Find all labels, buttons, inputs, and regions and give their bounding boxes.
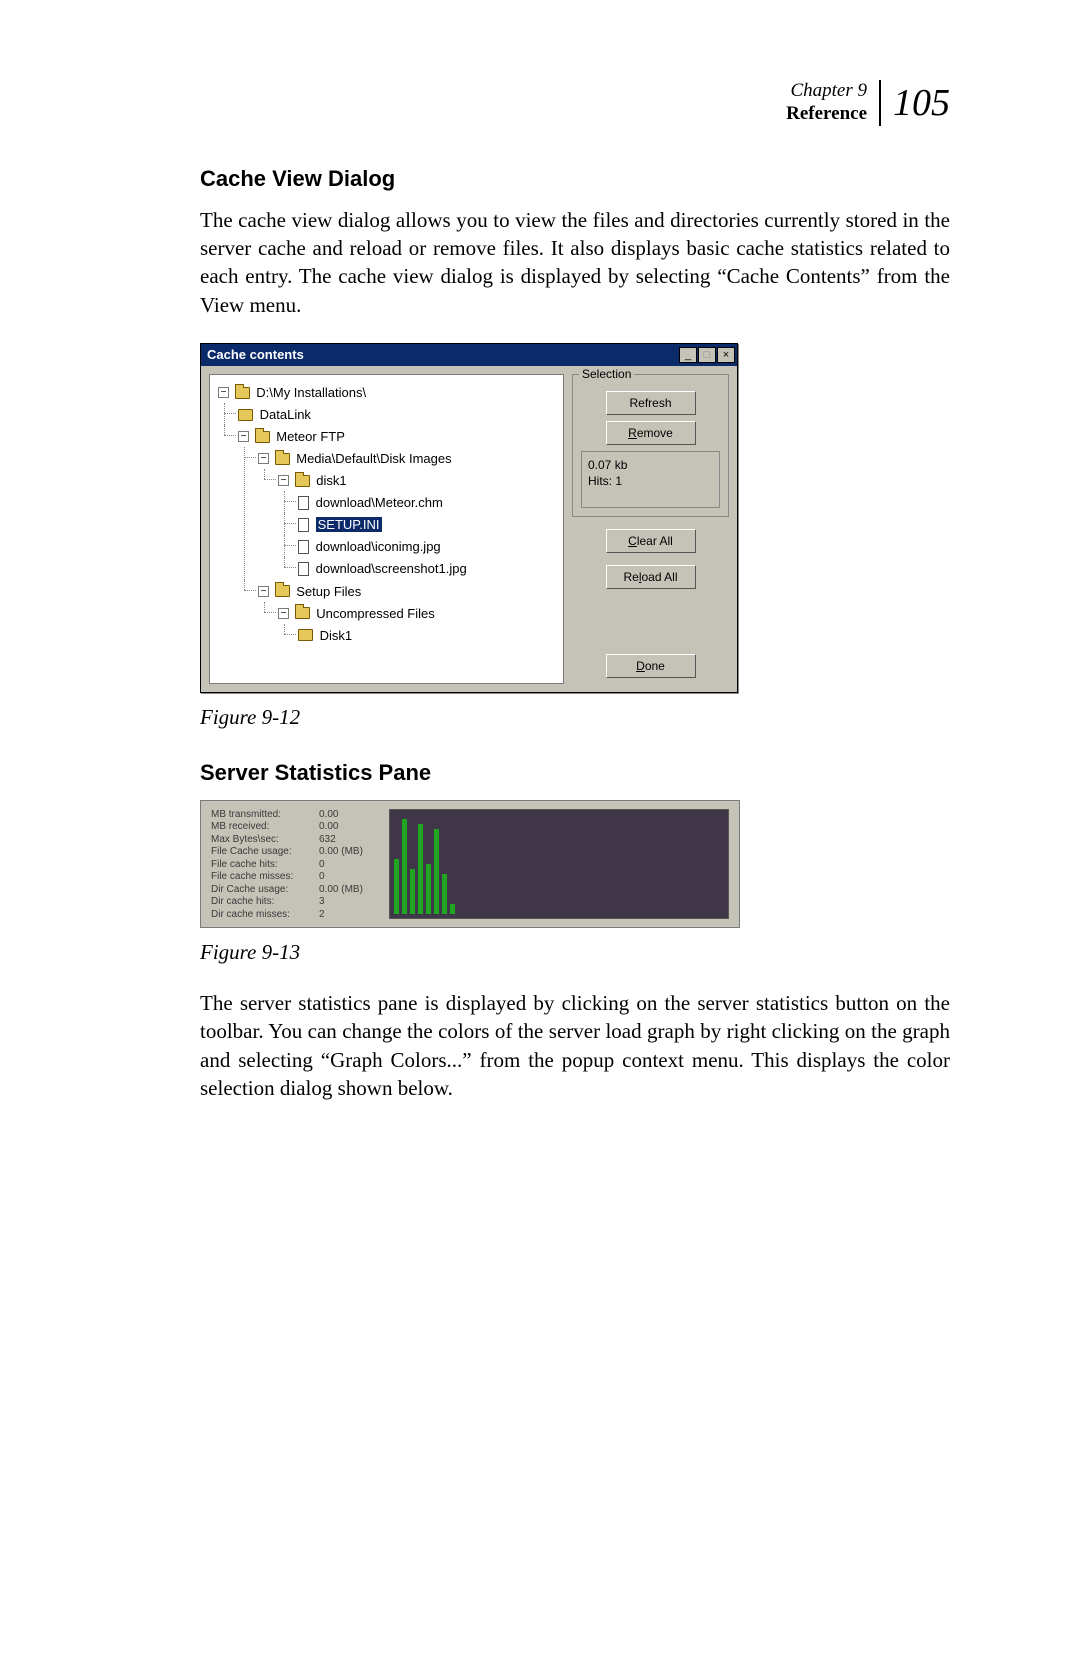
stats-row: MB received:0.00 bbox=[211, 821, 379, 834]
stats-row: File Cache usage:0.00 (MB) bbox=[211, 846, 379, 859]
chart-bar bbox=[394, 859, 399, 914]
folder-open-icon bbox=[275, 585, 290, 597]
figure-9-12-caption: Figure 9-12 bbox=[200, 705, 950, 730]
server-load-chart[interactable] bbox=[389, 809, 729, 919]
stats-row: File cache misses:0 bbox=[211, 871, 379, 884]
stats-table: MB transmitted:0.00 MB received:0.00 Max… bbox=[201, 801, 389, 927]
expand-toggle[interactable]: − bbox=[278, 475, 289, 486]
stats-row: MB transmitted:0.00 bbox=[211, 809, 379, 822]
tree-item-uncompressed[interactable]: Uncompressed Files bbox=[316, 606, 435, 621]
folder-open-icon bbox=[235, 387, 250, 399]
chapter-label: Chapter 9 bbox=[786, 80, 867, 103]
close-button[interactable]: × bbox=[717, 347, 735, 363]
selection-group: Selection Refresh Remove 0.07 kb Hits: 1 bbox=[572, 374, 729, 517]
tree-file-iconimg[interactable]: download\iconimg.jpg bbox=[316, 539, 441, 554]
maximize-button: □ bbox=[698, 347, 716, 363]
tree-root[interactable]: D:\My Installations\ bbox=[256, 385, 366, 400]
remove-button[interactable]: Remove bbox=[606, 421, 696, 445]
folder-open-icon bbox=[255, 431, 270, 443]
chart-bar bbox=[402, 819, 407, 914]
tree-item-media[interactable]: Media\Default\Disk Images bbox=[296, 451, 451, 466]
info-size: 0.07 kb bbox=[588, 458, 713, 474]
tree-item-disk1[interactable]: disk1 bbox=[316, 473, 346, 488]
expand-toggle[interactable]: − bbox=[218, 387, 229, 398]
stats-row: Max Bytes\sec:632 bbox=[211, 834, 379, 847]
cache-view-paragraph: The cache view dialog allows you to view… bbox=[200, 206, 950, 319]
chart-bar bbox=[450, 904, 455, 914]
tree-item-disk1b[interactable]: Disk1 bbox=[320, 628, 353, 643]
tree-view[interactable]: − D:\My Installations\ DataLink − M bbox=[209, 374, 564, 684]
tree-item-meteorftp[interactable]: Meteor FTP bbox=[276, 429, 345, 444]
folder-closed-icon bbox=[238, 409, 253, 421]
folder-closed-icon bbox=[298, 629, 313, 641]
server-stats-paragraph: The server statistics pane is displayed … bbox=[200, 989, 950, 1102]
tree-file-screenshot[interactable]: download\screenshot1.jpg bbox=[316, 562, 467, 577]
folder-open-icon bbox=[295, 475, 310, 487]
expand-toggle[interactable]: − bbox=[258, 586, 269, 597]
folder-open-icon bbox=[275, 453, 290, 465]
file-icon bbox=[298, 562, 309, 576]
minimize-button[interactable]: _ bbox=[679, 347, 697, 363]
reload-all-button[interactable]: Reload All bbox=[606, 565, 696, 589]
folder-open-icon bbox=[295, 607, 310, 619]
file-icon bbox=[298, 496, 309, 510]
server-stats-pane: MB transmitted:0.00 MB received:0.00 Max… bbox=[200, 800, 740, 928]
tree-item-setupfiles[interactable]: Setup Files bbox=[296, 584, 361, 599]
file-icon bbox=[298, 518, 309, 532]
page-header: Chapter 9 Reference 105 bbox=[200, 80, 950, 126]
titlebar[interactable]: Cache contents _ □ × bbox=[201, 344, 737, 366]
done-button[interactable]: Done bbox=[606, 654, 696, 678]
selection-legend: Selection bbox=[579, 367, 634, 381]
expand-toggle[interactable]: − bbox=[238, 431, 249, 442]
expand-toggle[interactable]: − bbox=[258, 453, 269, 464]
stats-row: Dir cache misses:2 bbox=[211, 909, 379, 922]
stats-row: Dir Cache usage:0.00 (MB) bbox=[211, 884, 379, 897]
tree-file-setupini[interactable]: SETUP.INI bbox=[316, 517, 382, 532]
tree-file-meteorchm[interactable]: download\Meteor.chm bbox=[316, 495, 443, 510]
stats-row: Dir cache hits:3 bbox=[211, 896, 379, 909]
expand-toggle[interactable]: − bbox=[278, 608, 289, 619]
page-number: 105 bbox=[881, 81, 950, 125]
cache-view-title: Cache View Dialog bbox=[200, 166, 950, 192]
chart-bar bbox=[426, 864, 431, 914]
stats-row: File cache hits:0 bbox=[211, 859, 379, 872]
server-stats-title: Server Statistics Pane bbox=[200, 760, 950, 786]
chart-bar bbox=[410, 869, 415, 914]
titlebar-text: Cache contents bbox=[207, 347, 304, 362]
selection-info: 0.07 kb Hits: 1 bbox=[581, 451, 720, 508]
figure-9-13-caption: Figure 9-13 bbox=[200, 940, 950, 965]
chart-bar bbox=[442, 874, 447, 914]
cache-contents-dialog: Cache contents _ □ × − D:\My Installatio… bbox=[200, 343, 738, 693]
clear-all-button[interactable]: Clear All bbox=[606, 529, 696, 553]
info-hits: Hits: 1 bbox=[588, 474, 713, 490]
tree-item-datalink[interactable]: DataLink bbox=[260, 407, 311, 422]
file-icon bbox=[298, 540, 309, 554]
refresh-button[interactable]: Refresh bbox=[606, 391, 696, 415]
chart-bar bbox=[434, 829, 439, 914]
section-label: Reference bbox=[786, 103, 867, 126]
chart-bar bbox=[418, 824, 423, 914]
